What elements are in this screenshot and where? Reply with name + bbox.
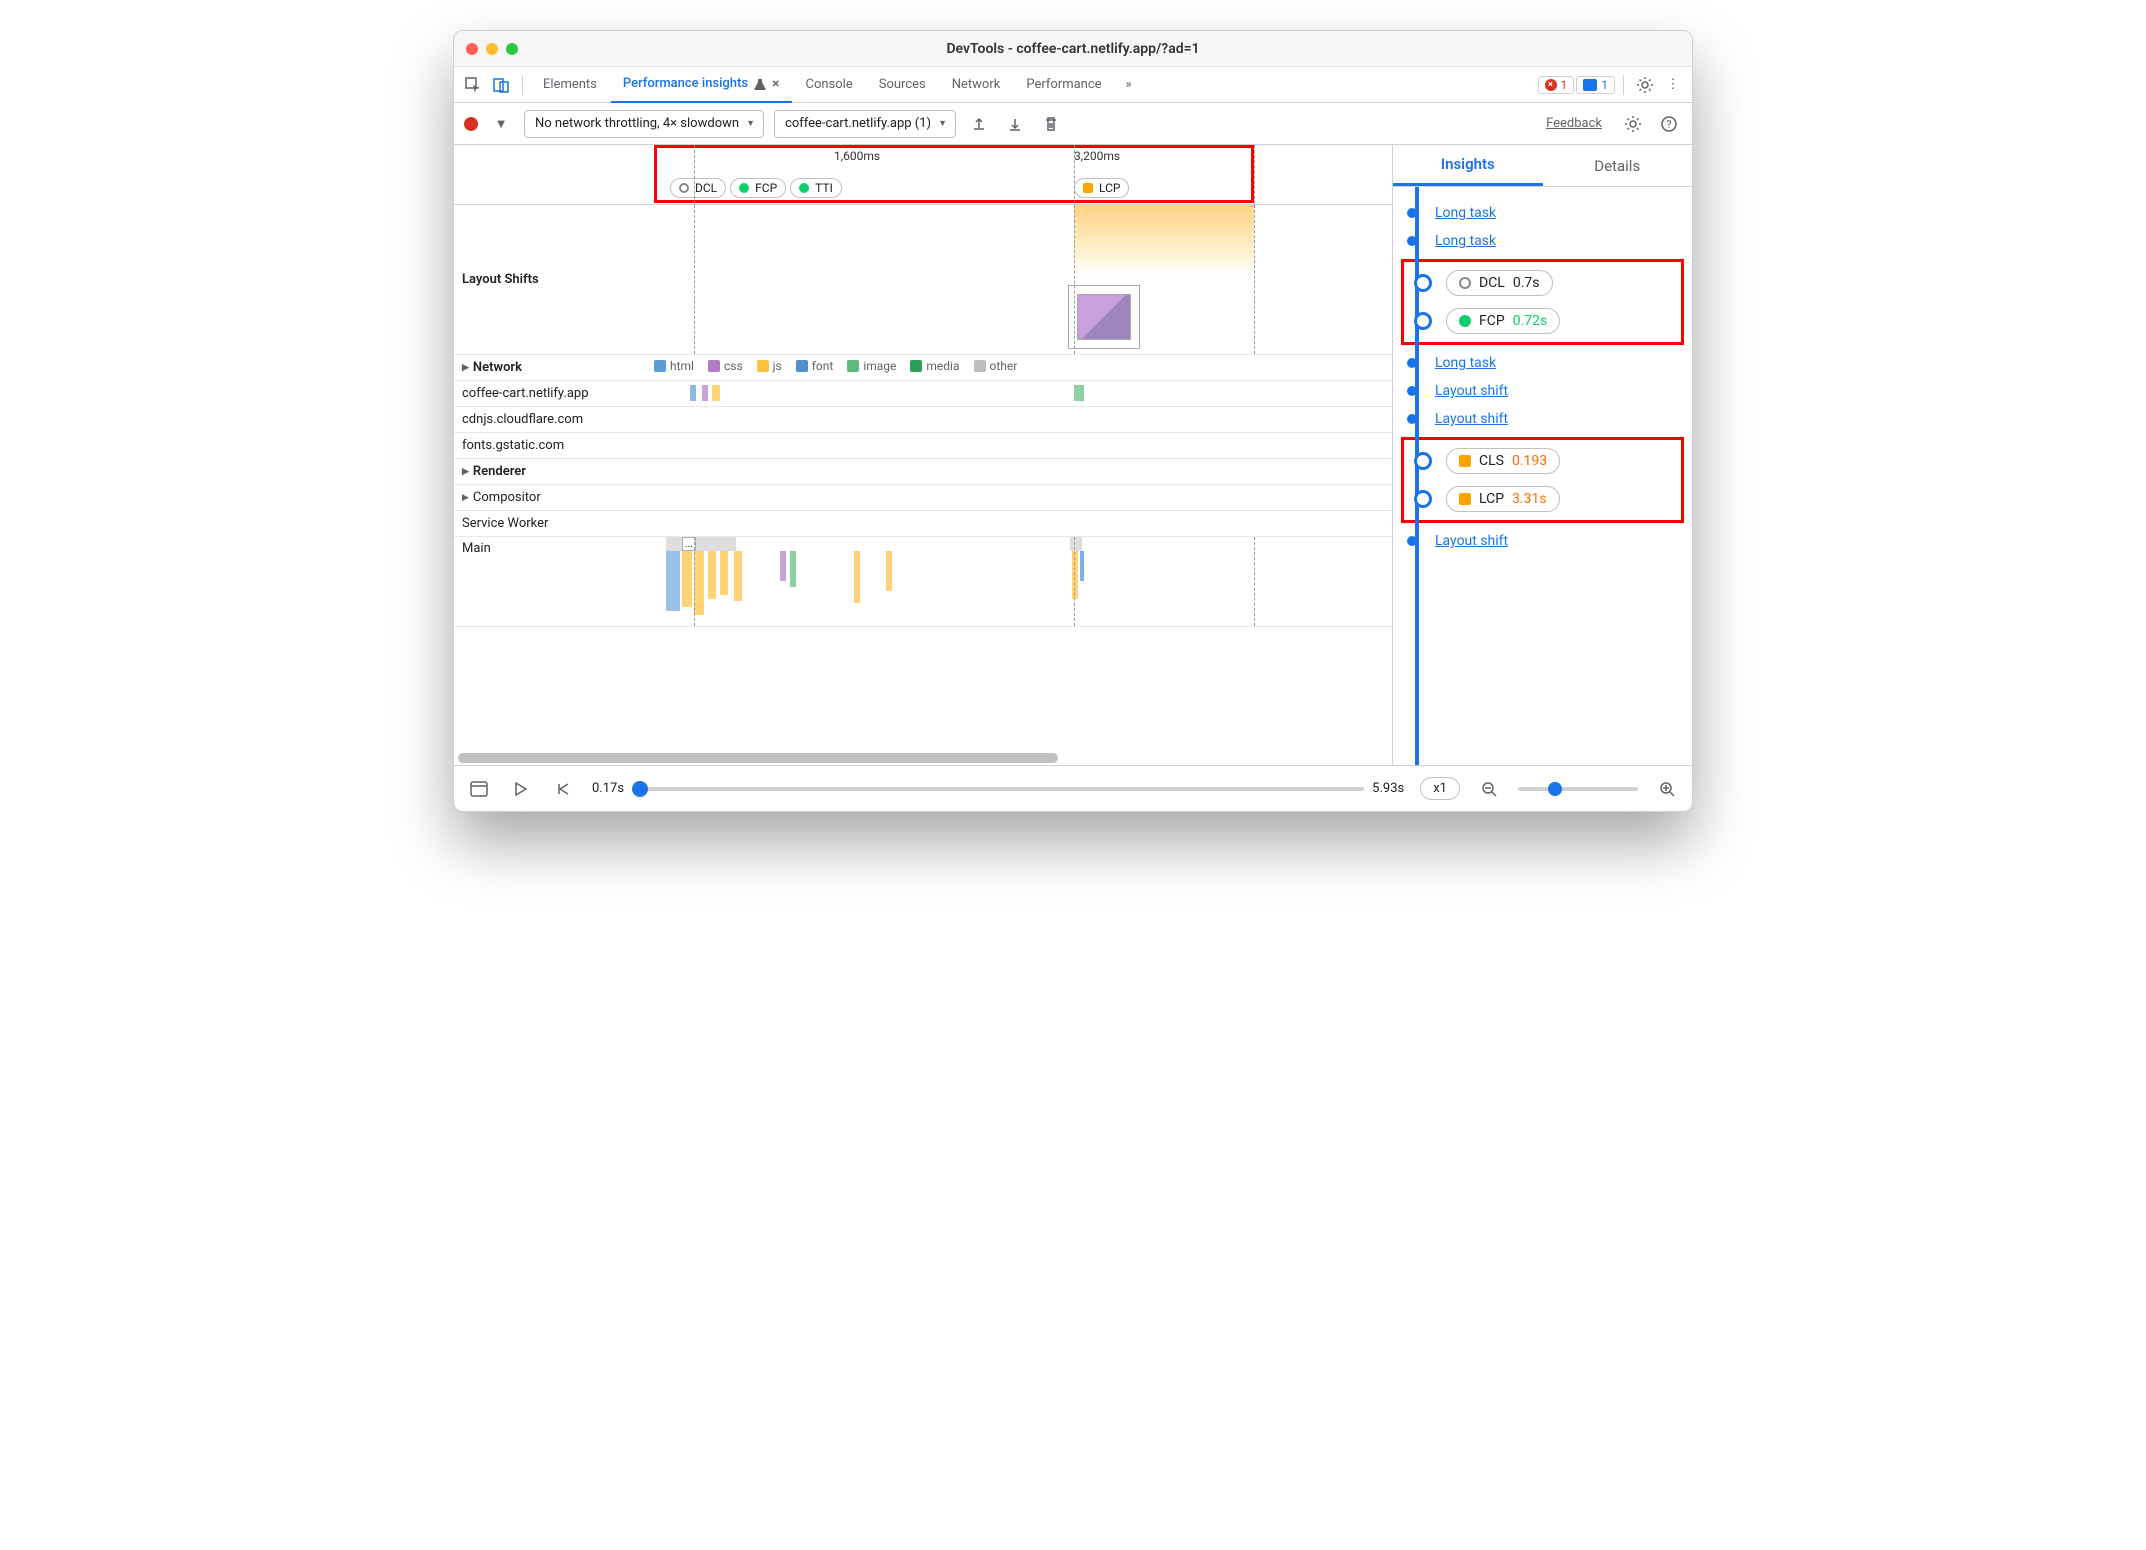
device-toolbar-icon[interactable] bbox=[488, 72, 514, 98]
insight-item[interactable]: Layout shift bbox=[1393, 405, 1692, 433]
rewind-icon[interactable] bbox=[550, 776, 576, 802]
throttle-select[interactable]: No network throttling, 4× slowdown bbox=[524, 110, 764, 138]
legend-item: image bbox=[847, 359, 896, 373]
horizontal-scrollbar[interactable] bbox=[458, 753, 1388, 763]
time-scrubber[interactable] bbox=[632, 787, 1364, 791]
speed-selector[interactable]: x1 bbox=[1420, 777, 1460, 800]
time-ruler: 1,600ms 3,200ms DCL FCP TTI LCP bbox=[454, 145, 1392, 205]
layout-shift-block[interactable] bbox=[1074, 205, 1254, 275]
main-thread-row[interactable]: Main ... bbox=[454, 537, 1392, 627]
settings-gear-icon[interactable] bbox=[1632, 72, 1658, 98]
compositor-row[interactable]: ▶Compositor bbox=[454, 485, 1392, 511]
network-bar[interactable] bbox=[712, 385, 720, 401]
zoom-in-icon[interactable] bbox=[1654, 776, 1680, 802]
timeline-panel: 1,600ms 3,200ms DCL FCP TTI LCP bbox=[454, 145, 1392, 765]
tab-console[interactable]: Console bbox=[794, 67, 865, 103]
insights-settings-icon[interactable] bbox=[1620, 111, 1646, 137]
export-icon[interactable] bbox=[966, 111, 992, 137]
tab-insights[interactable]: Insights bbox=[1393, 145, 1543, 186]
insight-item[interactable]: Long task bbox=[1393, 199, 1692, 227]
help-icon[interactable]: ? bbox=[1656, 111, 1682, 137]
annotation-box bbox=[654, 145, 1254, 203]
network-bar[interactable] bbox=[690, 385, 696, 401]
window-title: DevTools - coffee-cart.netlify.app/?ad=1 bbox=[454, 41, 1692, 57]
task-block[interactable] bbox=[666, 537, 736, 551]
playback-bar: 0.17s 5.93s x1 bbox=[454, 765, 1692, 811]
record-button[interactable] bbox=[464, 117, 478, 131]
service-worker-row[interactable]: Service Worker bbox=[454, 511, 1392, 537]
insights-panel: Insights Details Long taskLong taskDCL 0… bbox=[1392, 145, 1692, 765]
play-icon[interactable] bbox=[508, 776, 534, 802]
kebab-menu-icon[interactable]: ⋮ bbox=[1660, 72, 1686, 98]
inspect-element-icon[interactable] bbox=[460, 72, 486, 98]
import-icon[interactable] bbox=[1002, 111, 1028, 137]
tab-performance-insights[interactable]: Performance insights × bbox=[611, 67, 792, 103]
lane-label: Layout Shifts bbox=[454, 272, 654, 287]
network-bar[interactable] bbox=[1074, 385, 1084, 401]
record-dropdown-icon[interactable]: ▼ bbox=[488, 111, 514, 137]
devtools-window: DevTools - coffee-cart.netlify.app/?ad=1… bbox=[453, 30, 1693, 812]
console-drawer-icon[interactable] bbox=[466, 776, 492, 802]
network-lane-header[interactable]: ▶Network htmlcssjsfontimagemediaother bbox=[454, 355, 1392, 381]
time-start: 0.17s bbox=[592, 781, 624, 796]
issues-count-badge[interactable]: 1 bbox=[1576, 76, 1615, 94]
insight-item[interactable]: FCP 0.72s bbox=[1404, 302, 1681, 340]
network-host-row[interactable]: fonts.gstatic.com bbox=[454, 433, 1392, 459]
insights-tabs: Insights Details bbox=[1393, 145, 1692, 187]
recording-select[interactable]: coffee-cart.netlify.app (1) bbox=[774, 110, 956, 138]
insight-item[interactable]: CLS 0.193 bbox=[1404, 442, 1681, 480]
close-tab-icon[interactable]: × bbox=[772, 76, 779, 92]
insights-list: Long taskLong taskDCL 0.7sFCP 0.72sLong … bbox=[1393, 187, 1692, 765]
legend-item: other bbox=[974, 359, 1018, 373]
insight-item[interactable]: Long task bbox=[1393, 349, 1692, 377]
time-end: 5.93s bbox=[1372, 781, 1404, 796]
error-count-badge[interactable]: ×1 bbox=[1538, 76, 1575, 94]
legend-item: js bbox=[757, 359, 782, 373]
insight-item[interactable]: Long task bbox=[1393, 227, 1692, 255]
legend-item: css bbox=[708, 359, 743, 373]
insight-item[interactable]: DCL 0.7s bbox=[1404, 264, 1681, 302]
layout-shift-thumbnail[interactable] bbox=[1068, 285, 1140, 349]
delete-icon[interactable] bbox=[1038, 111, 1064, 137]
zoom-slider[interactable] bbox=[1518, 787, 1638, 791]
layout-shifts-lane: Layout Shifts bbox=[454, 205, 1392, 355]
feedback-link[interactable]: Feedback bbox=[1546, 116, 1602, 131]
flask-icon bbox=[754, 78, 766, 90]
renderer-lane-header[interactable]: ▶Renderer bbox=[454, 459, 1392, 485]
tab-elements[interactable]: Elements bbox=[531, 67, 609, 103]
network-host-row[interactable]: cdnjs.cloudflare.com bbox=[454, 407, 1392, 433]
legend-item: html bbox=[654, 359, 694, 373]
tab-performance[interactable]: Performance bbox=[1014, 67, 1113, 103]
insight-item[interactable]: Layout shift bbox=[1393, 527, 1692, 555]
main-area: 1,600ms 3,200ms DCL FCP TTI LCP bbox=[454, 145, 1692, 765]
window-titlebar: DevTools - coffee-cart.netlify.app/?ad=1 bbox=[454, 31, 1692, 67]
more-tabs-icon[interactable]: » bbox=[1116, 72, 1142, 98]
insights-toolbar: ▼ No network throttling, 4× slowdown cof… bbox=[454, 103, 1692, 145]
svg-text:?: ? bbox=[1666, 118, 1671, 131]
network-bar[interactable] bbox=[702, 385, 708, 401]
legend-item: media bbox=[910, 359, 959, 373]
zoom-out-icon[interactable] bbox=[1476, 776, 1502, 802]
tab-details[interactable]: Details bbox=[1543, 145, 1693, 186]
tab-network[interactable]: Network bbox=[940, 67, 1013, 103]
insight-item[interactable]: LCP 3.31s bbox=[1404, 480, 1681, 518]
network-legend: htmlcssjsfont image media other bbox=[654, 355, 1392, 377]
legend-item: font bbox=[796, 359, 834, 373]
network-host-row[interactable]: coffee-cart.netlify.app bbox=[454, 381, 1392, 407]
devtools-tabbar: Elements Performance insights × Console … bbox=[454, 67, 1692, 103]
insight-item[interactable]: Layout shift bbox=[1393, 377, 1692, 405]
tab-sources[interactable]: Sources bbox=[867, 67, 938, 103]
